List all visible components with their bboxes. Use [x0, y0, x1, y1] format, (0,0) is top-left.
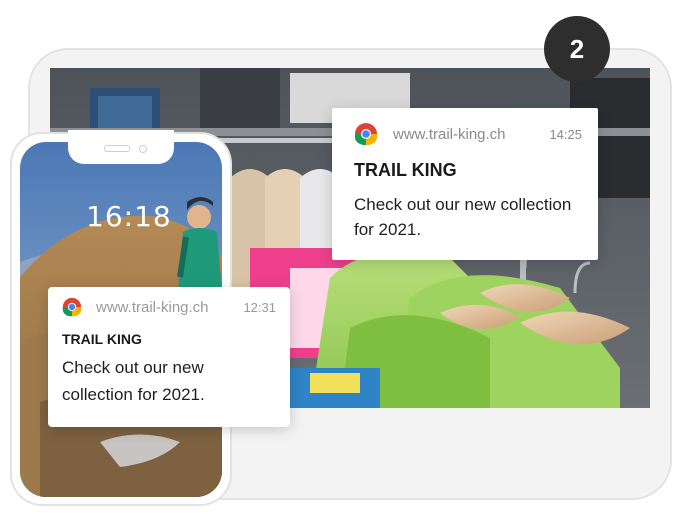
notification-body: Check out our new collection for 2021. — [62, 358, 205, 404]
lock-screen-clock: 16:18 — [86, 200, 172, 233]
notification-body: Check out our new collection for 2021. — [354, 195, 572, 239]
notification-url: www.trail-king.ch — [393, 125, 506, 143]
chrome-icon — [354, 122, 378, 146]
promo-illustration: 2 www.trail-king.ch 14:25 TRAIL KING Che… — [0, 0, 680, 520]
notification-title: TRAIL KING — [62, 331, 142, 347]
notification-time: 14:25 — [549, 126, 582, 142]
phone-push-notification[interactable]: www.trail-king.ch 12:31 TRAIL KING Check… — [48, 287, 290, 427]
speaker-icon — [104, 145, 130, 152]
notification-title: TRAIL KING — [354, 160, 457, 180]
step-badge: 2 — [544, 16, 610, 82]
notification-url: www.trail-king.ch — [96, 298, 209, 316]
notification-header: www.trail-king.ch 14:25 — [354, 122, 582, 146]
notification-time: 12:31 — [243, 299, 276, 315]
chrome-icon — [62, 297, 82, 317]
desktop-push-notification[interactable]: www.trail-king.ch 14:25 TRAIL KING Check… — [332, 108, 598, 260]
camera-icon — [139, 145, 147, 153]
notification-header: www.trail-king.ch 12:31 — [62, 297, 276, 317]
